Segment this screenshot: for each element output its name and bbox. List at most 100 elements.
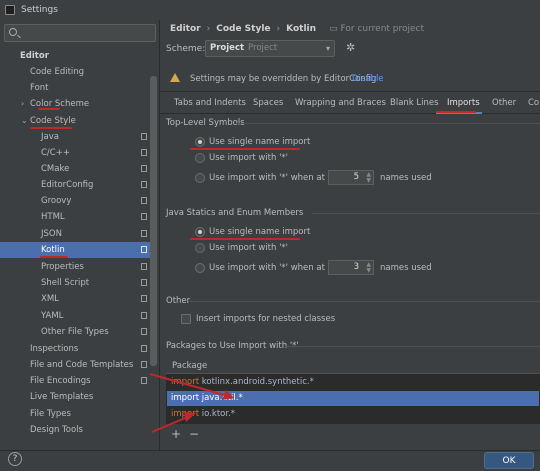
project-scope-icon <box>141 377 147 384</box>
sidebar-item-cmake[interactable]: CMake <box>0 161 150 177</box>
sidebar-item-kotlin[interactable]: Kotlin <box>0 242 150 258</box>
annotation-underline-top-level <box>190 148 300 150</box>
sidebar-item-label: Properties <box>41 262 84 272</box>
java-statics-threshold-stepper[interactable]: 3 ▲ ▼ <box>328 260 374 275</box>
breadcrumb-code-style[interactable]: Code Style <box>216 24 270 34</box>
sidebar-item-yaml[interactable]: YAML <box>0 308 150 324</box>
project-scope-icon <box>141 181 147 188</box>
chevron-right-icon: › <box>276 24 281 34</box>
project-scope-icon <box>141 165 147 172</box>
sidebar-item-label: C/C++ <box>41 148 70 158</box>
sidebar-item-design-tools[interactable]: Design Tools <box>0 422 150 438</box>
sidebar-item-editor[interactable]: Editor <box>0 48 150 64</box>
sidebar-item-file-code-templates[interactable]: File and Code Templates <box>0 357 150 373</box>
sidebar-item-label: Other File Types <box>41 327 109 337</box>
help-button[interactable]: ? <box>8 452 22 466</box>
project-scope-icon <box>141 345 147 352</box>
settings-search-input[interactable] <box>4 24 156 42</box>
sidebar-item-label: CMake <box>41 164 70 174</box>
insert-nested-imports-checkbox[interactable] <box>181 314 191 324</box>
java-statics-single-import-label: Use single name import <box>209 227 311 237</box>
sidebar-item-font[interactable]: Font <box>0 80 150 96</box>
section-top-level-symbols: Top-Level Symbols <box>166 118 245 128</box>
section-other: Other <box>166 296 191 306</box>
top-level-threshold-stepper[interactable]: 5 ▲ ▼ <box>328 170 374 185</box>
project-scope-icon <box>141 279 147 286</box>
sidebar-item-label: HTML <box>41 212 65 222</box>
java-statics-star-import-radio[interactable] <box>195 243 205 253</box>
top-level-star-import-radio[interactable] <box>195 153 205 163</box>
sidebar-item-live-templates[interactable]: Live Templates <box>0 389 150 405</box>
project-scope-icon <box>141 361 147 368</box>
sidebar-item-html[interactable]: HTML <box>0 209 150 225</box>
gear-icon[interactable]: ✲ <box>346 42 358 54</box>
breadcrumb: Editor › Code Style › Kotlin ▭ For current p… <box>170 24 424 34</box>
window-title: Settings <box>21 5 58 15</box>
sidebar-item-color-scheme[interactable]: › Color Scheme <box>0 96 150 112</box>
spinner-arrows-icon[interactable]: ▲ ▼ <box>366 262 371 274</box>
sidebar-item-file-encodings[interactable]: File Encodings <box>0 373 150 389</box>
tab-imports[interactable]: Imports <box>447 98 480 108</box>
sidebar-item-properties[interactable]: Properties <box>0 259 150 275</box>
sidebar-item-shell-script[interactable]: Shell Script <box>0 275 150 291</box>
top-level-single-import-label: Use single name import <box>209 137 311 147</box>
java-statics-threshold-value: 3 <box>353 262 359 272</box>
annotation-underline-java-statics <box>190 238 300 240</box>
section-packages: Packages to Use Import with '*' <box>166 341 299 351</box>
dialog-footer <box>0 450 540 471</box>
java-statics-names-used-label: names used <box>380 263 432 273</box>
project-scope-icon <box>141 230 147 237</box>
sidebar-item-editorconfig[interactable]: EditorConfig <box>0 177 150 193</box>
insert-nested-imports-label: Insert imports for nested classes <box>196 314 336 324</box>
scheme-sub: Project <box>248 43 278 53</box>
sidebar-item-file-types[interactable]: File Types <box>0 406 150 422</box>
app-icon <box>5 5 15 15</box>
sidebar-item-xml[interactable]: XML <box>0 291 150 307</box>
annotation-underline-kotlin <box>40 256 68 258</box>
ok-button[interactable]: OK <box>484 452 534 469</box>
tab-wrapping-and-braces[interactable]: Wrapping and Braces <box>295 98 386 108</box>
sidebar-item-groovy[interactable]: Groovy <box>0 193 150 209</box>
sidebar-item-label: Groovy <box>41 196 72 206</box>
title-bar: Settings <box>0 0 540 20</box>
scheme-select[interactable]: Project Project ▾ <box>205 40 335 57</box>
table-row[interactable]: import io.ktor.* <box>167 407 539 422</box>
sidebar-item-label: Editor <box>20 51 49 61</box>
top-level-single-import-radio[interactable] <box>195 137 205 147</box>
breadcrumb-editor[interactable]: Editor <box>170 24 201 34</box>
annotation-arrow-icon <box>151 412 196 433</box>
sidebar-item-code-style[interactable]: ⌄ Code Style <box>0 113 150 129</box>
sidebar-item-json[interactable]: JSON <box>0 226 150 242</box>
tab-spaces[interactable]: Spaces <box>253 98 283 108</box>
chevron-down-icon[interactable]: ⌄ <box>21 113 28 129</box>
sidebar-scrollbar[interactable] <box>150 76 157 366</box>
sidebar-item-other-file-types[interactable]: Other File Types <box>0 324 150 340</box>
java-statics-single-import-radio[interactable] <box>195 227 205 237</box>
sidebar-item-label: Code Editing <box>30 67 85 77</box>
project-scope-icon <box>141 149 147 156</box>
spinner-arrows-icon[interactable]: ▲ ▼ <box>366 172 371 184</box>
chevron-down-icon: ▾ <box>325 44 330 53</box>
java-statics-star-import-label: Use import with '*' <box>209 243 289 253</box>
sidebar-item-inspections[interactable]: Inspections <box>0 341 150 357</box>
top-level-star-threshold-radio[interactable] <box>195 173 205 183</box>
project-scope-icon <box>141 263 147 270</box>
sidebar-item-label: EditorConfig <box>41 180 94 190</box>
table-toolbar <box>166 424 540 442</box>
sidebar-item-code-editing[interactable]: Code Editing <box>0 64 150 80</box>
java-statics-star-threshold-radio[interactable] <box>195 263 205 273</box>
tab-other[interactable]: Other <box>492 98 516 108</box>
disable-link[interactable]: Disable <box>352 74 384 84</box>
project-scope-icon <box>141 197 147 204</box>
chevron-right-icon[interactable]: › <box>21 96 24 112</box>
tab-tabs-and-indents[interactable]: Tabs and Indents <box>174 98 246 108</box>
project-scope-note: ▭ For current project <box>329 24 425 34</box>
sidebar-item-label: Design Tools <box>30 425 83 435</box>
sidebar-item-java[interactable]: Java <box>0 129 150 145</box>
section-divider <box>190 301 540 302</box>
annotation-underline-editor <box>38 108 60 110</box>
project-scope-icon <box>141 312 147 319</box>
sidebar-item-cpp[interactable]: C/C++ <box>0 145 150 161</box>
tab-blank-lines[interactable]: Blank Lines <box>390 98 439 108</box>
tab-code-generation[interactable]: Co <box>528 98 539 108</box>
